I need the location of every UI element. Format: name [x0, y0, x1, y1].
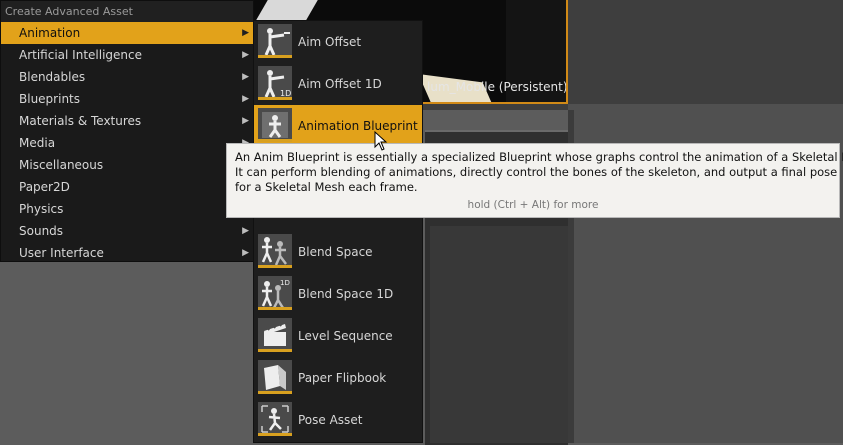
menu-item-label: User Interface [19, 246, 104, 260]
submenu-item-aim-offset-1d[interactable]: 1D Aim Offset 1D [254, 63, 422, 105]
submenu-arrow-icon: ▶ [242, 28, 249, 38]
menu-item-animation[interactable]: Animation ▶ [1, 22, 253, 44]
menu-item-blendables[interactable]: Blendables ▶ [1, 66, 253, 88]
submenu-item-level-sequence[interactable]: Level Sequence [254, 315, 422, 357]
menu-item-label: Materials & Textures [19, 114, 142, 128]
badge-1d: 1D [280, 279, 290, 287]
menu-item-media[interactable]: Media▶ [1, 132, 253, 154]
aim-offset-1d-icon: 1D [258, 66, 292, 100]
submenu-item-label: Aim Offset 1D [298, 77, 382, 91]
submenu-item-label: Animation Blueprint [298, 119, 418, 133]
menu-item-label: Blueprints [19, 92, 81, 106]
submenu-arrow-icon: ▶ [242, 226, 249, 236]
menu-item-label: Miscellaneous [19, 158, 104, 172]
tooltip-line: for a Skeletal Mesh each frame. [235, 180, 418, 194]
submenu-item-label: Aim Offset [298, 35, 362, 49]
submenu-item-blend-space[interactable]: Blend Space [254, 231, 422, 273]
submenu-item-label: Blend Space [298, 245, 373, 259]
flipbook-icon [258, 360, 292, 394]
animation-submenu: Aim Offset 1D Aim Offset 1D Animation Bl… [253, 20, 423, 443]
submenu-item-label: Pose Asset [298, 413, 363, 427]
submenu-arrow-icon: ▶ [242, 116, 249, 126]
menu-item-label: Artificial Intelligence [19, 48, 142, 62]
menu-item-paper2d[interactable]: Paper2D▶ [1, 176, 253, 198]
menu-item-label: Animation [19, 26, 81, 40]
pose-asset-icon [258, 402, 292, 436]
submenu-item-label: Level Sequence [298, 329, 393, 343]
menu-header: Create Advanced Asset [1, 1, 253, 22]
badge-1d: 1D [280, 89, 291, 98]
submenu-item-label: Paper Flipbook [298, 371, 387, 385]
submenu-arrow-icon: ▶ [242, 50, 249, 60]
submenu-item-blend-space-1d[interactable]: 1D Blend Space 1D [254, 273, 422, 315]
menu-item-label: Sounds [19, 224, 64, 238]
mouse-cursor-icon [374, 131, 388, 151]
clapperboard-icon [258, 318, 292, 352]
menu-item-blueprints[interactable]: Blueprints ▶ [1, 88, 253, 110]
menu-item-miscellaneous[interactable]: Miscellaneous▶ [1, 154, 253, 176]
submenu-arrow-icon: ▶ [242, 94, 249, 104]
menu-item-artificial-intelligence[interactable]: Artificial Intelligence ▶ [1, 44, 253, 66]
tooltip-line: It can perform blending of animations, d… [235, 165, 838, 179]
submenu-item-paper-flipbook[interactable]: Paper Flipbook [254, 357, 422, 399]
menu-item-label: Paper2D [19, 180, 70, 194]
menu-item-physics[interactable]: Physics▶ [1, 198, 253, 220]
menu-item-label: Media [19, 136, 56, 150]
submenu-item-aim-offset[interactable]: Aim Offset [254, 21, 422, 63]
asset-tooltip: An Anim Blueprint is essentially a speci… [226, 143, 843, 218]
level-name-label: lum_Mobile (Persistent) [427, 80, 568, 94]
menu-item-materials-textures[interactable]: Materials & Textures ▶ [1, 110, 253, 132]
blend-space-1d-icon: 1D [258, 276, 292, 310]
tooltip-line: An Anim Blueprint is essentially a speci… [235, 150, 843, 164]
submenu-item-label: Blend Space 1D [298, 287, 394, 301]
submenu-arrow-icon: ▶ [242, 72, 249, 82]
submenu-item-animation-blueprint[interactable]: Animation Blueprint [254, 105, 422, 147]
animation-blueprint-icon [258, 108, 292, 142]
submenu-item-pose-asset[interactable]: Pose Asset [254, 399, 422, 441]
create-advanced-asset-menu: Create Advanced Asset Animation ▶ Artific… [0, 0, 254, 262]
content-browser-area [430, 226, 568, 443]
menu-item-sounds[interactable]: Sounds ▶ [1, 220, 253, 242]
menu-item-label: Blendables [19, 70, 86, 84]
aim-offset-icon [258, 24, 292, 58]
blend-space-icon [258, 234, 292, 268]
tooltip-hint: hold (Ctrl + Alt) for more [467, 199, 599, 211]
menu-item-user-interface[interactable]: User Interface ▶ [1, 242, 253, 264]
menu-item-label: Physics [19, 202, 64, 216]
submenu-arrow-icon: ▶ [242, 248, 249, 258]
